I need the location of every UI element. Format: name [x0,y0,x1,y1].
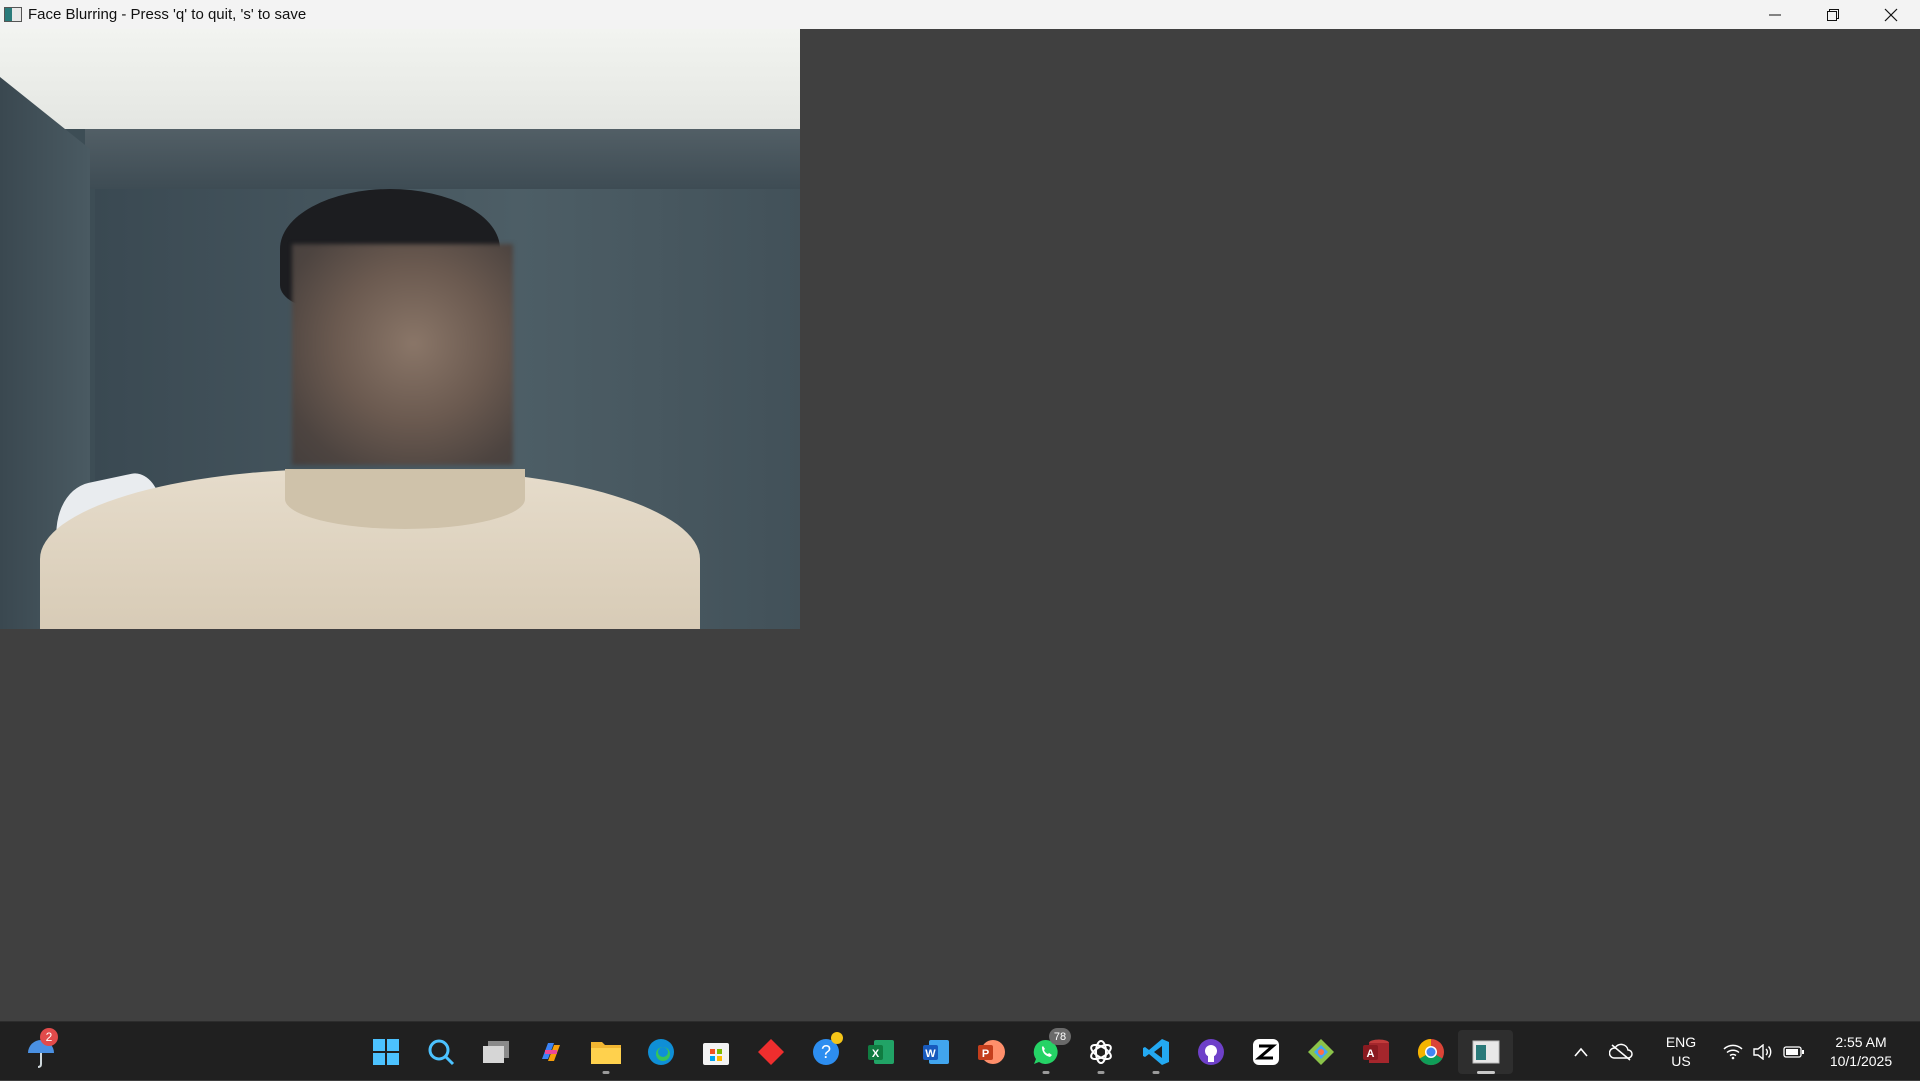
anydesk-icon [757,1039,784,1065]
access-button[interactable]: A [1348,1030,1403,1074]
close-button[interactable] [1862,0,1920,29]
taskbar-pinned-apps: ? X W P 78 A [358,1028,1513,1074]
microsoft-store-icon [702,1043,729,1065]
powerpoint-button[interactable]: P [963,1030,1018,1074]
language-indicator[interactable]: ENG US [1654,1033,1708,1071]
show-hidden-icons-button[interactable] [1564,1047,1598,1057]
cloud-offline-icon [1609,1043,1633,1061]
edge-icon [647,1039,674,1065]
access-icon: A [1362,1039,1389,1063]
start-icon [372,1039,399,1065]
search-button[interactable] [413,1030,468,1074]
restore-button[interactable] [1804,0,1862,29]
microsoft-store-button[interactable] [688,1030,743,1074]
copilot-button[interactable] [523,1030,578,1074]
svg-text:A: A [1366,1048,1374,1060]
minimize-button[interactable] [1746,0,1804,29]
system-tray: ENG US 2:55 AM 10/1/2025 [1564,1022,1920,1081]
video-ceiling [0,29,800,129]
webcam-video-frame [0,29,800,629]
running-indicator [1097,1071,1104,1074]
powerpoint-icon: P [977,1040,1005,1064]
github-desktop-icon [1197,1039,1224,1065]
restore-icon [1827,8,1839,21]
volume-button[interactable] [1748,1043,1778,1060]
word-icon: W [922,1040,949,1064]
running-indicator [1042,1071,1049,1074]
anydesk-button[interactable] [743,1030,798,1074]
active-window-indicator [1476,1071,1495,1074]
chevron-up-icon [1574,1047,1588,1057]
svg-text:W: W [925,1048,936,1060]
face-blurring-app-button[interactable] [1458,1030,1513,1074]
task-view-icon [482,1041,509,1063]
git-icon [1307,1039,1334,1065]
wifi-icon [1723,1044,1743,1059]
search-icon [428,1039,454,1066]
svg-text:X: X [871,1048,879,1060]
language-code: ENG [1665,1033,1697,1050]
network-button[interactable] [1718,1044,1748,1060]
start-button[interactable] [358,1030,413,1074]
excel-button[interactable]: X [853,1030,908,1074]
clock[interactable]: 2:55 AM 10/1/2025 [1816,1033,1906,1071]
clock-time: 2:55 AM [1835,1033,1887,1050]
window-client-area [0,29,1920,1021]
weather-badge: 2 [40,1028,58,1046]
svg-text:?: ? [820,1042,830,1062]
chatgpt-button[interactable] [1073,1030,1128,1074]
video-wall-molding [85,129,800,189]
svg-text:P: P [981,1048,988,1060]
capcut-button[interactable] [1238,1030,1293,1074]
file-explorer-button[interactable] [578,1030,633,1074]
speaker-icon [1753,1043,1772,1060]
blurred-face-region [292,244,513,465]
whatsapp-unread-badge: 78 [1049,1028,1071,1045]
task-view-button[interactable] [468,1030,523,1074]
github-desktop-button[interactable] [1183,1030,1238,1074]
chatgpt-icon [1089,1040,1112,1064]
running-indicator [1152,1071,1159,1074]
keyboard-region: US [1671,1052,1691,1069]
close-icon [1884,8,1898,21]
whatsapp-button[interactable]: 78 [1018,1028,1073,1074]
clock-date: 10/1/2025 [1829,1052,1893,1069]
chrome-button[interactable] [1403,1030,1458,1074]
app-window-icon [4,7,22,22]
vscode-icon [1142,1039,1169,1065]
battery-button[interactable] [1778,1045,1810,1058]
git-button[interactable] [1293,1030,1348,1074]
onedrive-button[interactable] [1598,1043,1644,1061]
capcut-icon [1252,1039,1279,1065]
taskbar: 2 ? X W P 78 A ENG US 2:55 AM 10/1/2025 [0,1021,1920,1080]
chrome-icon [1417,1038,1444,1066]
edge-button[interactable] [633,1030,688,1074]
window-title: Face Blurring - Press 'q' to quit, 's' t… [28,6,307,23]
vscode-button[interactable] [1128,1030,1183,1074]
person-collar [285,469,525,529]
word-button[interactable]: W [908,1030,963,1074]
copilot-icon [541,1043,560,1061]
minimize-icon [1769,14,1781,15]
window-title-bar[interactable]: Face Blurring - Press 'q' to quit, 's' t… [0,0,1920,29]
file-explorer-icon [590,1042,621,1064]
face-blurring-app-icon [1472,1040,1499,1064]
get-help-button[interactable]: ? [798,1030,853,1074]
notification-dot [831,1032,843,1044]
excel-icon: X [867,1040,894,1064]
running-indicator [602,1071,609,1074]
battery-icon [1783,1045,1804,1058]
